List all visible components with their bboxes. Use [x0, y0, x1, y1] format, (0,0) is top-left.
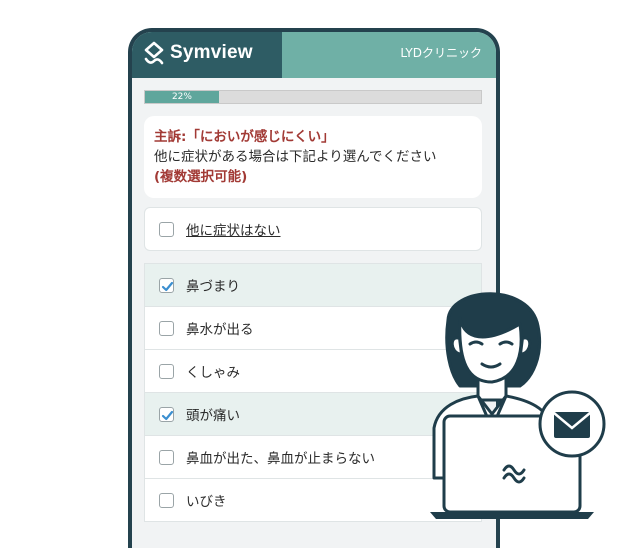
option-label: 鼻血が出た、鼻血が止まらない — [186, 451, 375, 467]
option-label: 頭が痛い — [186, 408, 240, 424]
chief-complaint: 主訴:「においが感じにくい」 — [154, 129, 335, 145]
progress-bar: 22% — [144, 90, 482, 104]
checkmark-icon — [161, 410, 174, 420]
brand-block: Symview — [132, 32, 282, 78]
checkmark-icon — [161, 281, 174, 291]
checkbox[interactable] — [159, 221, 174, 237]
clinic-name: LYDクリニック — [400, 46, 482, 60]
checkbox[interactable] — [159, 277, 174, 293]
checkbox[interactable] — [159, 320, 174, 336]
question-card: 主訴:「においが感じにくい」 他に症状がある場合は下記より選んでください (複数… — [144, 116, 482, 198]
checkbox[interactable] — [159, 363, 174, 379]
option-label: いびき — [186, 494, 227, 510]
option-label: 鼻水が出る — [186, 322, 254, 338]
multi-select-note: (複数選択可能) — [154, 169, 248, 185]
option-label: くしゃみ — [186, 365, 240, 381]
brand-name: Symview — [170, 42, 253, 63]
option-label: 鼻づまり — [186, 279, 240, 295]
app-header: Symview LYDクリニック — [132, 32, 496, 78]
question-instruction: 他に症状がある場合は下記より選んでください — [154, 149, 437, 165]
option-label: 他に症状はない — [186, 223, 281, 239]
checkbox[interactable] — [159, 492, 174, 508]
progress-label: 22% — [171, 92, 192, 102]
symview-logo-icon — [144, 41, 164, 65]
option-no-other-symptoms[interactable]: 他に症状はない — [144, 207, 482, 251]
checkbox[interactable] — [159, 449, 174, 465]
checkbox[interactable] — [159, 406, 174, 422]
person-with-laptop-illustration — [430, 292, 606, 519]
mail-icon — [538, 390, 606, 458]
